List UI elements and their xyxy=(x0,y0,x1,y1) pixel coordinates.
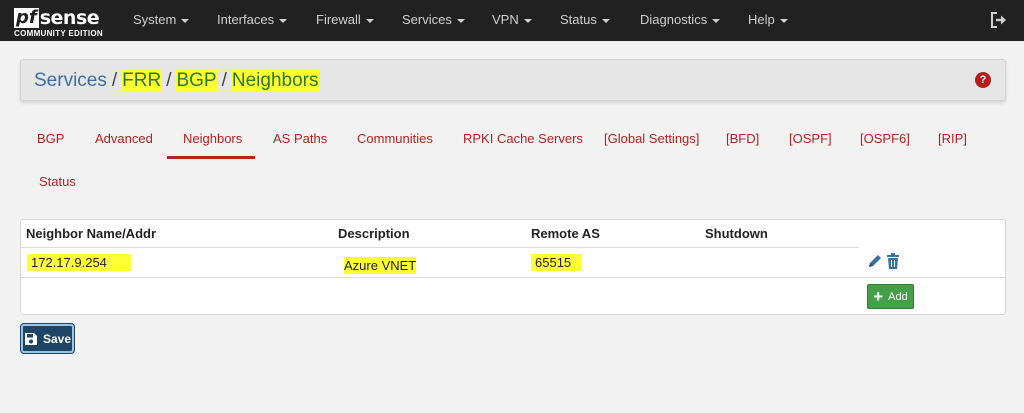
caret-down-icon xyxy=(456,18,465,23)
remote-as-cell: 65515 xyxy=(531,254,581,271)
nav-menu-system[interactable]: System xyxy=(133,0,190,41)
caret-down-icon xyxy=(279,18,288,23)
breadcrumb-services-label: Services xyxy=(34,70,107,91)
breadcrumb-neighbors[interactable]: Neighbors xyxy=(231,70,319,91)
nav-menu-label: Firewall xyxy=(316,12,361,27)
edit-pencil-icon[interactable] xyxy=(867,253,883,269)
breadcrumb-bgp[interactable]: BGP xyxy=(176,70,217,91)
nav-menu-label: Help xyxy=(748,12,775,27)
neighbor-address-cell: 172.17.9.254 xyxy=(27,254,131,271)
breadcrumb-separator: / xyxy=(111,70,118,91)
tab-ospf6[interactable]: [OSPF6] xyxy=(860,131,910,146)
logo-edition-text: COMMUNITY EDITION xyxy=(14,29,103,38)
save-button[interactable]: Save xyxy=(21,324,74,353)
add-button-label: Add xyxy=(888,290,908,303)
tab-bgp[interactable]: BGP xyxy=(37,131,64,146)
caret-down-icon xyxy=(523,18,532,23)
nav-menu-vpn[interactable]: VPN xyxy=(492,0,532,41)
save-button-label: Save xyxy=(42,331,72,346)
nav-menu-services[interactable]: Services xyxy=(402,0,465,41)
tab-communities[interactable]: Communities xyxy=(357,131,433,146)
column-header-neighbor[interactable]: Neighbor Name/Addr xyxy=(26,226,156,241)
tab-neighbors[interactable]: Neighbors xyxy=(183,131,242,146)
logout-icon[interactable] xyxy=(990,11,1008,29)
active-tab-indicator xyxy=(167,156,255,159)
help-icon[interactable]: ? xyxy=(975,72,991,88)
caret-down-icon xyxy=(712,18,721,23)
breadcrumb-panel: Services / FRR / BGP / Neighbors ? xyxy=(20,59,1006,101)
tab-ospf[interactable]: [OSPF] xyxy=(789,131,832,146)
floppy-disk-icon xyxy=(24,332,37,345)
breadcrumb: Services / FRR / BGP / Neighbors xyxy=(34,69,319,93)
tab-as-paths[interactable]: AS Paths xyxy=(273,131,327,146)
neighbors-table xyxy=(20,219,1006,315)
trash-icon[interactable] xyxy=(886,253,900,269)
nav-menu-label: Diagnostics xyxy=(640,12,708,27)
nav-menu-label: VPN xyxy=(492,12,519,27)
row-divider xyxy=(21,277,1005,278)
breadcrumb-frr[interactable]: FRR xyxy=(122,70,162,91)
description-cell: Azure VNET xyxy=(344,257,417,274)
caret-down-icon xyxy=(601,18,610,23)
plus-icon: + xyxy=(873,287,884,306)
tab-global-settings[interactable]: [Global Settings] xyxy=(604,131,699,146)
logo-pf-text: pf xyxy=(14,7,39,28)
nav-menu-diagnostics[interactable]: Diagnostics xyxy=(640,0,721,41)
nav-menu-label: Services xyxy=(402,12,452,27)
nav-menu-label: Status xyxy=(560,12,597,27)
caret-down-icon xyxy=(779,18,788,23)
tab-rip[interactable]: [RIP] xyxy=(938,131,967,146)
header-divider xyxy=(21,247,859,248)
breadcrumb-services[interactable]: Services xyxy=(34,70,107,91)
nav-menu-label: System xyxy=(133,12,177,27)
column-header-shutdown[interactable]: Shutdown xyxy=(705,226,768,241)
tab-rpki-cache-servers[interactable]: RPKI Cache Servers xyxy=(463,131,583,146)
tab-status[interactable]: Status xyxy=(39,174,76,189)
breadcrumb-separator: / xyxy=(221,70,227,91)
nav-menu-firewall[interactable]: Firewall xyxy=(316,0,374,41)
column-header-remote-as[interactable]: Remote AS xyxy=(531,226,600,241)
pfsense-logo[interactable]: pf sense COMMUNITY EDITION xyxy=(14,4,110,38)
nav-menu-status[interactable]: Status xyxy=(560,0,610,41)
top-navbar: pf sense COMMUNITY EDITION System Interfa… xyxy=(0,0,1024,41)
tab-bfd[interactable]: [BFD] xyxy=(726,131,759,146)
logo-sense-text: sense xyxy=(39,7,100,29)
caret-down-icon xyxy=(181,18,190,23)
nav-menu-help[interactable]: Help xyxy=(748,0,788,41)
tab-advanced[interactable]: Advanced xyxy=(95,131,153,146)
caret-down-icon xyxy=(365,18,374,23)
nav-menu-interfaces[interactable]: Interfaces xyxy=(217,0,288,41)
column-header-description[interactable]: Description xyxy=(338,226,410,241)
nav-menu-label: Interfaces xyxy=(217,12,275,27)
breadcrumb-separator: / xyxy=(166,70,172,91)
add-neighbor-button[interactable]: + Add xyxy=(867,284,914,309)
